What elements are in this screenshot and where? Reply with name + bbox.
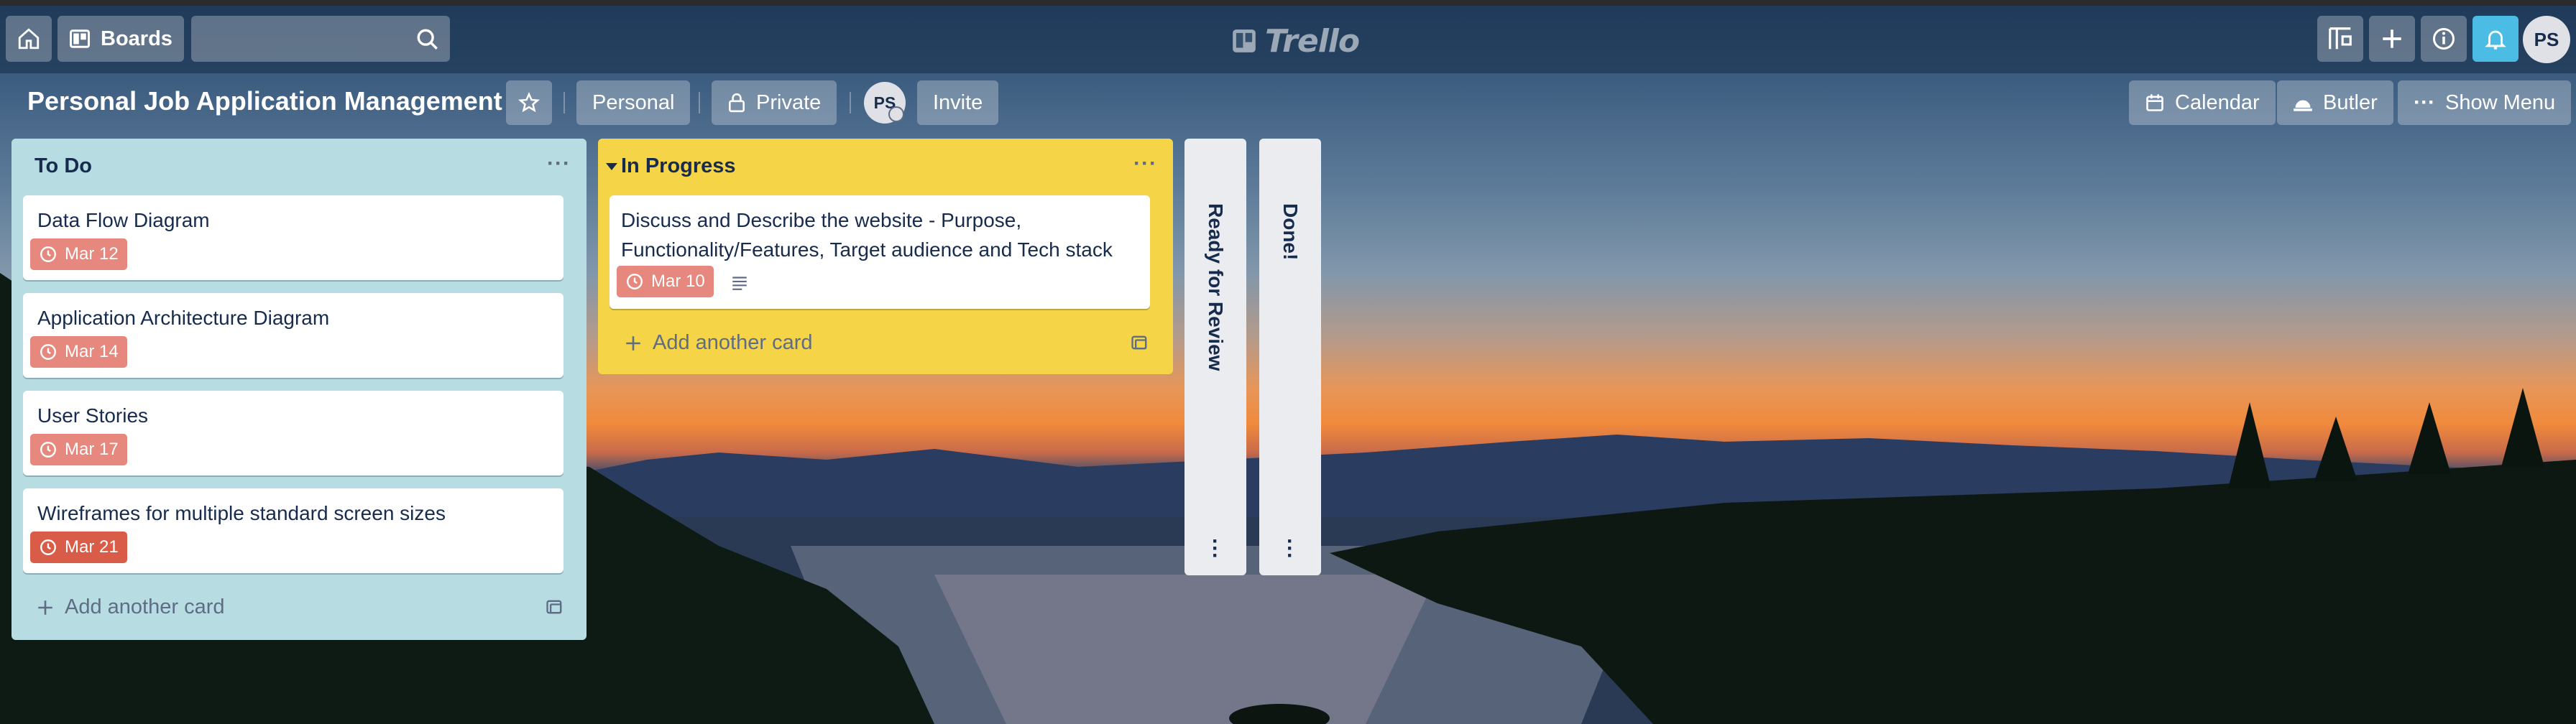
card[interactable]: Application Architecture Diagram Mar 14	[23, 293, 564, 378]
card[interactable]: Data Flow Diagram Mar 12	[23, 195, 564, 280]
list-in-progress[interactable]: In Progress ··· Discuss and Describe the…	[598, 139, 1173, 374]
card-title: User Stories	[37, 404, 149, 427]
plus-icon	[626, 335, 640, 351]
board-icon	[70, 29, 90, 48]
list-header: To Do ···	[12, 139, 586, 195]
show-menu-label: Show Menu	[2444, 90, 2556, 114]
list-to-do[interactable]: To Do ··· Data Flow Diagram Mar 12 Appli…	[12, 139, 586, 640]
due-date-badge[interactable]: Mar 12	[30, 238, 127, 270]
board-title[interactable]: Personal Job Application Management	[27, 86, 502, 116]
clock-icon	[40, 442, 56, 458]
divider	[564, 92, 565, 113]
list-title[interactable]: Done!	[1279, 203, 1302, 260]
bell-icon	[2485, 30, 2506, 50]
app-header: Boards Trello PS	[0, 6, 2576, 73]
trello-logo[interactable]: Trello	[1230, 22, 1360, 60]
card-title: Wireframes for multiple standard screen …	[37, 502, 446, 524]
team-button[interactable]: Personal	[576, 80, 691, 125]
list-ready-for-review-collapsed[interactable]: Ready for Review · · ·	[1184, 139, 1246, 575]
star-icon	[518, 92, 540, 113]
due-date-label: Mar 12	[65, 244, 119, 264]
divider	[699, 92, 700, 113]
add-card-button[interactable]: Add another card	[624, 331, 812, 355]
create-button[interactable]	[2369, 16, 2415, 62]
visibility-button[interactable]: Private	[712, 80, 837, 125]
home-button[interactable]	[6, 16, 52, 62]
star-button[interactable]	[506, 80, 552, 125]
plus-icon	[38, 600, 52, 615]
info-button[interactable]	[2421, 16, 2467, 62]
plus-icon	[2383, 29, 2401, 48]
admin-badge	[888, 106, 904, 122]
more-icon: ···	[2414, 90, 2435, 114]
card-template-icon[interactable]	[1130, 333, 1150, 353]
add-card-button[interactable]: Add another card	[36, 595, 224, 619]
butler-label: Butler	[2323, 90, 2378, 114]
boards-button[interactable]: Boards	[58, 16, 184, 62]
card[interactable]: Wireframes for multiple standard screen …	[23, 488, 564, 573]
calendar-label: Calendar	[2175, 90, 2260, 114]
card-title: Application Architecture Diagram	[37, 307, 330, 329]
due-date-label: Mar 14	[65, 342, 119, 361]
logo-text: Trello	[1265, 22, 1360, 60]
add-card-label: Add another card	[65, 595, 225, 618]
add-card-label: Add another card	[653, 331, 813, 354]
description-icon	[732, 277, 747, 290]
due-date-badge[interactable]: Mar 17	[30, 434, 127, 465]
lock-icon	[729, 93, 745, 113]
list-title[interactable]: In Progress	[621, 154, 736, 178]
due-date-label: Mar 10	[651, 272, 705, 291]
due-date-badge[interactable]: Mar 10	[617, 266, 714, 297]
boards-label: Boards	[101, 27, 172, 50]
show-menu-button[interactable]: ··· Show Menu	[2398, 80, 2572, 125]
user-avatar[interactable]: PS	[2523, 16, 2570, 63]
info-icon	[2433, 28, 2455, 50]
browser-chrome-strip	[0, 0, 2576, 6]
list-menu-button[interactable]: ···	[547, 152, 571, 176]
list-menu-button[interactable]: ···	[1284, 531, 1297, 567]
clock-icon	[40, 344, 56, 360]
board-templates-button[interactable]	[2317, 16, 2363, 62]
butler-button[interactable]: Butler	[2277, 80, 2393, 125]
invite-button[interactable]: Invite	[917, 80, 999, 125]
list-title[interactable]: Ready for Review	[1204, 203, 1227, 371]
due-date-badge[interactable]: Mar 21	[30, 532, 127, 563]
clock-icon	[40, 246, 56, 262]
list-done-collapsed[interactable]: Done! · · ·	[1259, 139, 1321, 575]
clock-icon	[40, 539, 56, 555]
due-date-label: Mar 21	[65, 537, 119, 557]
due-date-label: Mar 17	[65, 440, 119, 459]
board-template-icon	[2329, 27, 2352, 50]
card[interactable]: Discuss and Describe the website - Purpo…	[610, 195, 1150, 309]
due-date-badge[interactable]: Mar 14	[30, 336, 127, 368]
card-template-icon[interactable]	[545, 597, 565, 617]
list-title[interactable]: To Do	[34, 154, 92, 178]
trello-logo-icon	[1233, 29, 1256, 52]
butler-bell-icon	[2294, 100, 2312, 111]
search-input[interactable]	[191, 16, 407, 62]
search-icon[interactable]	[415, 27, 440, 52]
home-icon	[18, 28, 40, 50]
card-title: Discuss and Describe the website - Purpo…	[621, 209, 1113, 261]
board-header: Personal Job Application Management Pers…	[0, 73, 2576, 132]
divider	[850, 92, 851, 113]
collapse-arrow-icon[interactable]	[605, 162, 618, 172]
calendar-icon	[2146, 94, 2163, 111]
calendar-button[interactable]: Calendar	[2129, 80, 2276, 125]
clock-icon	[627, 274, 643, 289]
card-title: Data Flow Diagram	[37, 209, 210, 231]
list-menu-button[interactable]: ···	[1133, 152, 1157, 176]
card[interactable]: User Stories Mar 17	[23, 391, 564, 475]
notifications-button[interactable]	[2472, 16, 2518, 62]
search-field[interactable]	[191, 16, 450, 62]
list-header: In Progress ···	[598, 139, 1173, 195]
visibility-label: Private	[756, 90, 822, 114]
list-menu-button[interactable]: ···	[1209, 531, 1222, 567]
